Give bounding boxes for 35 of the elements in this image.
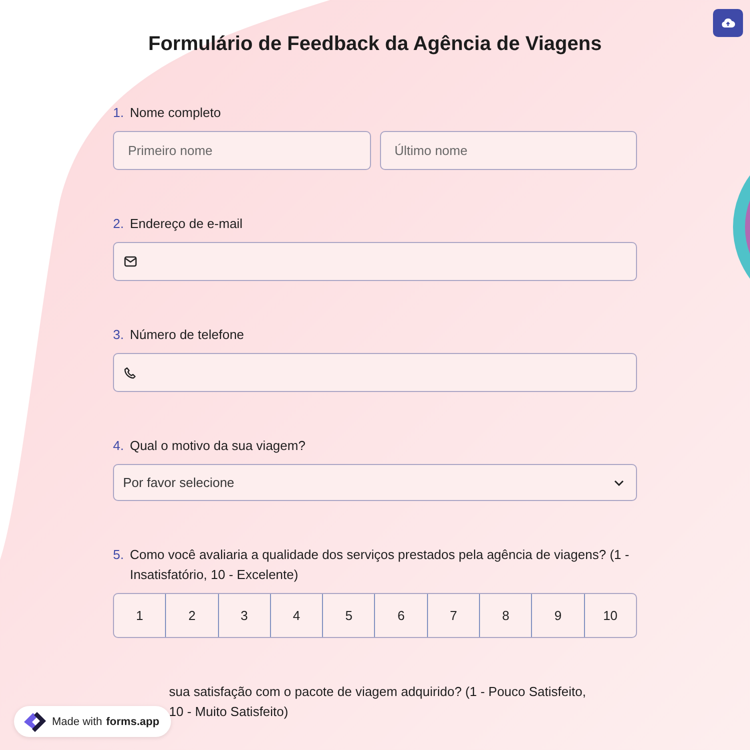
form-title: Formulário de Feedback da Agência de Viagens: [147, 32, 603, 57]
question-label: sua satisfação com o pacote de viagem adquirido? (1 - Pouco Satisfeito, 10 - Muito Satisfeito): [169, 683, 587, 721]
question-number: 3.: [113, 326, 124, 344]
rating-option[interactable]: 7: [426, 594, 480, 637]
phone-icon: [124, 366, 136, 378]
rating-option[interactable]: 6: [374, 594, 427, 637]
question-number: 2.: [113, 215, 124, 233]
made-with-badge[interactable]: Made with forms.app: [14, 706, 172, 737]
question-label: Número de telefone: [130, 326, 244, 344]
rating-option[interactable]: 10: [584, 594, 636, 637]
rating-option[interactable]: 1: [114, 594, 166, 637]
rating-option[interactable]: 5: [322, 594, 374, 637]
phone-field[interactable]: [113, 353, 637, 392]
input-field[interactable]: Último nome: [380, 131, 637, 170]
question-label: Nome completo: [130, 104, 221, 122]
question-number: 1.: [113, 104, 124, 122]
mail-icon: [124, 256, 137, 267]
question-label: Endereço de e-mail: [130, 215, 243, 233]
rating-option[interactable]: 2: [165, 594, 218, 637]
input-field[interactable]: Primeiro nome: [113, 131, 370, 170]
logo-icon: [22, 710, 48, 732]
badge-text: Made with: [52, 716, 102, 728]
question-label: Como você avaliaria a qualidade dos serviços prestados pela agência de viagens? (1 - Insatisfatório, 10 - Excelente): [130, 546, 630, 584]
question-number: 5.: [113, 546, 124, 564]
upload-icon[interactable]: [713, 9, 743, 37]
rating-option[interactable]: 9: [531, 594, 584, 637]
select-dropdown[interactable]: Por favor selecione: [113, 464, 637, 501]
rating-option[interactable]: 3: [218, 594, 270, 637]
question-number: 4.: [113, 437, 124, 455]
rating-option[interactable]: 4: [270, 594, 322, 637]
question-label: Qual o motivo da sua viagem?: [130, 437, 306, 455]
chevron-down-icon: [614, 480, 624, 486]
rating-option[interactable]: 8: [479, 594, 532, 637]
brand-name: forms.app: [106, 716, 160, 728]
email-field[interactable]: [113, 242, 637, 281]
